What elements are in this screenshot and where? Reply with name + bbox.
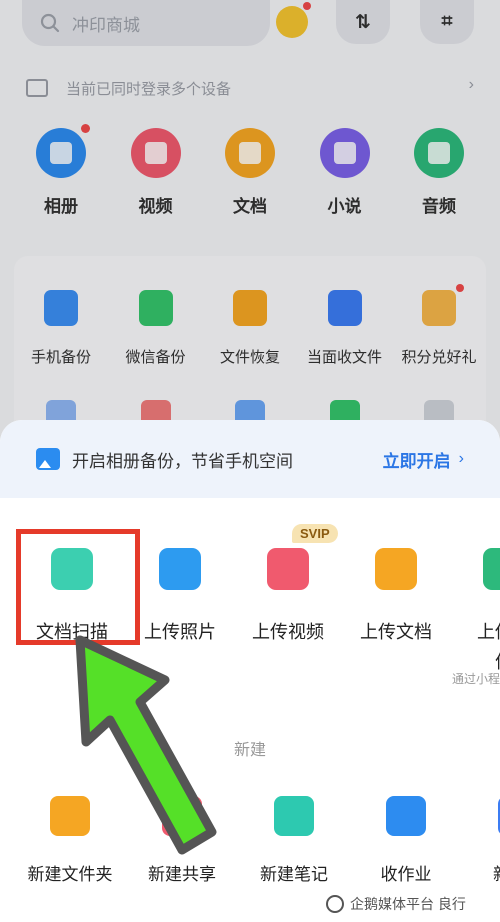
upload-photo-button[interactable]: 上传照片 bbox=[126, 548, 234, 674]
banner-text: 开启相册备份，节省手机空间 bbox=[72, 451, 293, 471]
upload-photo-icon bbox=[159, 548, 201, 590]
upload-wechat-icon bbox=[483, 548, 500, 590]
watermark-logo-icon bbox=[326, 895, 344, 913]
new-word-button[interactable]: 新建W bbox=[462, 796, 500, 885]
upload-document-button[interactable]: 上传文档 bbox=[342, 548, 450, 674]
chevron-right-icon: › bbox=[458, 450, 464, 467]
watermark: 企鹅媒体平台 良行 bbox=[326, 894, 466, 914]
upload-wechat-button[interactable]: 上传微件 bbox=[450, 548, 500, 674]
highlight-box bbox=[16, 529, 140, 645]
new-share-button[interactable]: 新建共享 bbox=[126, 796, 238, 885]
new-item-label: 新建W bbox=[493, 860, 500, 885]
new-note-icon bbox=[274, 796, 314, 836]
wechat-upload-note: 通过小程 bbox=[452, 672, 500, 686]
action-label: 上传微 bbox=[477, 622, 500, 642]
new-folder-button[interactable]: 新建文件夹 bbox=[14, 796, 126, 885]
action-label: 上传视频 bbox=[252, 622, 324, 642]
watermark-text: 企鹅媒体平台 良行 bbox=[350, 896, 466, 912]
collect-homework-icon bbox=[386, 796, 426, 836]
album-icon bbox=[36, 448, 60, 470]
new-share-icon bbox=[162, 796, 202, 836]
new-item-label: 新建共享 bbox=[148, 865, 216, 884]
upload-document-icon bbox=[375, 548, 417, 590]
new-items-row: 新建文件夹 新建共享 新建笔记 收作业 新建W bbox=[0, 796, 500, 885]
enable-now-link[interactable]: 立即开启 bbox=[383, 447, 451, 472]
new-item-label: 新建文件夹 bbox=[27, 865, 113, 884]
new-item-label: 收作业 bbox=[380, 865, 432, 884]
album-backup-banner[interactable]: 开启相册备份，节省手机空间 立即开启 › bbox=[0, 420, 500, 498]
upload-video-button[interactable]: 上传视频 bbox=[234, 548, 342, 674]
new-folder-icon bbox=[50, 796, 90, 836]
collect-homework-button[interactable]: 收作业 bbox=[350, 796, 462, 885]
new-item-label: 新建笔记 bbox=[260, 865, 328, 884]
add-bottom-sheet: 开启相册备份，节省手机空间 立即开启 › 文档扫描上传照片上传视频上传文档上传微… bbox=[0, 420, 500, 922]
svip-badge: SVIP bbox=[292, 524, 338, 543]
new-note-button[interactable]: 新建笔记 bbox=[238, 796, 350, 885]
action-label: 上传文档 bbox=[360, 622, 432, 642]
new-section-title: 新建 bbox=[233, 742, 266, 759]
upload-video-icon bbox=[267, 548, 309, 590]
action-label: 上传照片 bbox=[144, 622, 216, 642]
